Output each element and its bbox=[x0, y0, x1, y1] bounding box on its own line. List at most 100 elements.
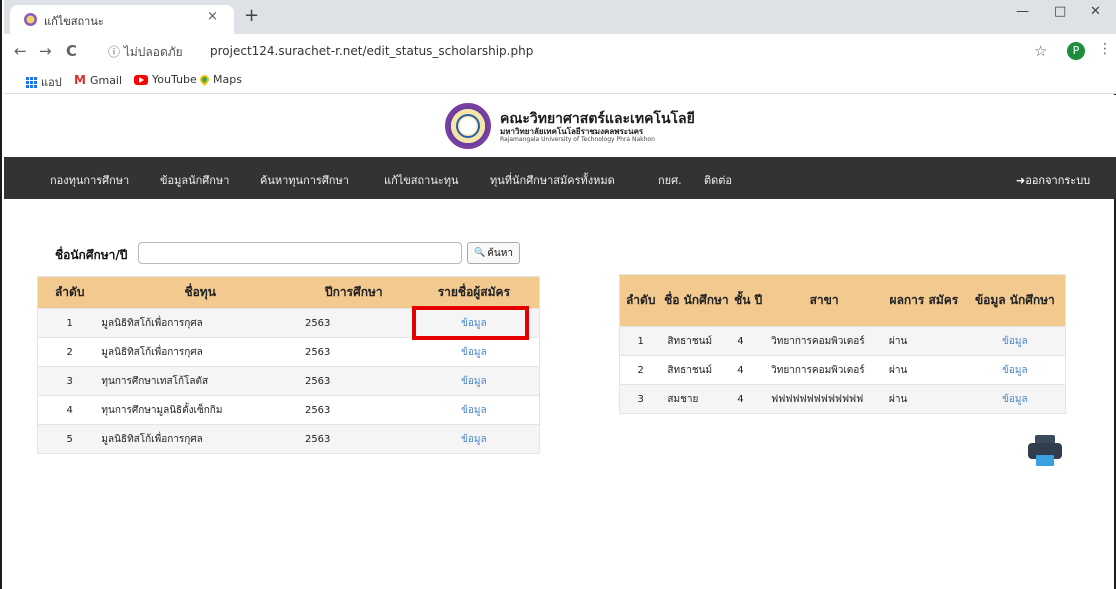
profile-avatar[interactable]: P bbox=[1067, 42, 1085, 60]
favicon-icon bbox=[24, 13, 37, 26]
tab-close-icon[interactable]: × bbox=[207, 9, 218, 24]
col-index: ลำดับ bbox=[619, 274, 662, 327]
atom-icon bbox=[456, 114, 480, 138]
bookmark-gmail[interactable]: M Gmail bbox=[74, 73, 122, 87]
col-index: ลำดับ bbox=[37, 276, 102, 309]
table-row: 4 ทุนการศึกษามูลนิธิตั้งเซ็กกิม 2563 ข้อ… bbox=[37, 395, 540, 425]
printer-icon[interactable] bbox=[1028, 435, 1062, 467]
bookmark-youtube-label: YouTube bbox=[152, 73, 197, 86]
printer-paper bbox=[1036, 455, 1054, 466]
nav-student-loan[interactable]: กยศ. bbox=[658, 171, 682, 189]
table-row: 2 มูลนิธิทิสโก้เพื่อการกุศล 2563 ข้อมูล bbox=[37, 337, 540, 367]
applicant-info-link[interactable]: ข้อมูล bbox=[408, 424, 540, 454]
youtube-icon bbox=[134, 74, 148, 85]
address-bar-row: ← → C ⓘ ไม่ปลอดภัย project124.surachet-r… bbox=[4, 34, 1116, 68]
back-icon[interactable]: ← bbox=[14, 42, 27, 60]
table-row: 3 สมชาย 4 ฟฟฟฟฟฟฟฟฟฟฟฟฟ ผ่าน ข้อมูล bbox=[619, 384, 1066, 414]
bookmark-youtube[interactable]: YouTube bbox=[134, 73, 197, 86]
student-info-link[interactable]: ข้อมูล bbox=[964, 326, 1066, 356]
col-student-data: ข้อมูล นักศึกษา bbox=[964, 274, 1066, 327]
cell-student-name: สิทธาชนม์ bbox=[661, 355, 732, 385]
site-header: คณะวิทยาศาสตร์และเทคโนโลยี มหาวิทยาลัยเท… bbox=[4, 95, 1116, 157]
nav-search-scholarship[interactable]: ค้นหาทุนการศึกษา bbox=[260, 171, 349, 189]
bookmark-apps-label: แอป bbox=[41, 76, 62, 89]
bookmark-maps-label: Maps bbox=[213, 73, 242, 86]
student-info-link[interactable]: ข้อมูล bbox=[964, 355, 1066, 385]
applicant-info-link[interactable]: ข้อมูล bbox=[408, 337, 540, 367]
cell-index: 1 bbox=[619, 326, 662, 356]
url-input[interactable]: ⓘ ไม่ปลอดภัย project124.surachet-r.net/e… bbox=[100, 40, 1014, 63]
applicant-info-link[interactable]: ข้อมูล bbox=[408, 395, 540, 425]
cell-year: 2563 bbox=[298, 308, 409, 338]
cell-scholarship-name: มูลนิธิทิสโก้เพื่อการกุศล bbox=[101, 308, 299, 338]
highlight-box bbox=[412, 306, 529, 340]
main-navbar: กองทุนการศึกษา ข้อมูลนักศึกษา ค้นหาทุนกา… bbox=[4, 157, 1116, 199]
maps-pin-icon bbox=[198, 73, 211, 86]
cell-result: ผ่าน bbox=[883, 355, 965, 385]
cell-major: ฟฟฟฟฟฟฟฟฟฟฟฟฟ bbox=[765, 384, 884, 414]
browser-window: แก้ไขสถานะ × + — □ ✕ ← → C ⓘ ไม่ปลอดภัย … bbox=[0, 0, 1116, 589]
new-tab-button[interactable]: + bbox=[244, 5, 259, 26]
cell-index: 4 bbox=[37, 395, 102, 425]
search-input[interactable] bbox=[138, 242, 462, 264]
cell-scholarship-name: มูลนิธิทิสโก้เพื่อการกุศล bbox=[101, 337, 299, 367]
nav-edit-status[interactable]: แก้ไขสถานะทุน bbox=[384, 171, 459, 189]
forward-icon[interactable]: → bbox=[39, 42, 52, 60]
tab-title: แก้ไขสถานะ bbox=[44, 15, 104, 28]
browser-tab[interactable]: แก้ไขสถานะ × bbox=[10, 5, 234, 34]
table-row: 3 ทุนการศึกษาเทสโก้โลตัส 2563 ข้อมูล bbox=[37, 366, 540, 396]
search-button[interactable]: 🔍 ค้นหา bbox=[467, 242, 520, 264]
reload-icon[interactable]: C bbox=[66, 42, 77, 60]
minimize-button[interactable]: — bbox=[1016, 4, 1029, 19]
university-name-en: Rajamangala University of Technology Phr… bbox=[500, 136, 655, 143]
logout-button[interactable]: ➜ออกจากระบบ bbox=[1016, 171, 1090, 189]
bookmark-gmail-label: Gmail bbox=[89, 73, 123, 87]
applicant-info-link[interactable]: ข้อมูล bbox=[408, 366, 540, 396]
cell-student-name: สิทธาชนม์ bbox=[661, 326, 732, 356]
cell-year: 2563 bbox=[298, 366, 409, 396]
cell-result: ผ่าน bbox=[883, 326, 965, 356]
search-button-label: ค้นหา bbox=[487, 247, 513, 259]
security-indicator[interactable]: ⓘ ไม่ปลอดภัย bbox=[108, 43, 183, 62]
col-academic-year: ปีการศึกษา bbox=[298, 276, 409, 309]
cell-index: 5 bbox=[37, 424, 102, 454]
cell-student-name: สมชาย bbox=[661, 384, 732, 414]
cell-index: 1 bbox=[37, 308, 102, 338]
student-info-link[interactable]: ข้อมูล bbox=[964, 384, 1066, 414]
nav-contact[interactable]: ติดต่อ bbox=[704, 171, 732, 189]
col-major: สาขา bbox=[765, 274, 884, 327]
nav-student-info[interactable]: ข้อมูลนักศึกษา bbox=[160, 171, 229, 189]
col-applicants: รายชื่อผู้สมัคร bbox=[408, 276, 540, 309]
cell-year: 2563 bbox=[298, 424, 409, 454]
nav-all-applications[interactable]: ทุนที่นักศึกษาสมัครทั้งหมด bbox=[490, 171, 615, 189]
url-text: project124.surachet-r.net/edit_status_sc… bbox=[210, 44, 534, 58]
nav-scholarship-fund[interactable]: กองทุนการศึกษา bbox=[50, 171, 129, 189]
restore-button[interactable]: □ bbox=[1054, 4, 1066, 19]
cell-year-level: 4 bbox=[731, 384, 766, 414]
bookmark-maps[interactable]: Maps bbox=[198, 73, 242, 86]
cell-major: วิทยาการคอมพิวเตอร์ bbox=[765, 326, 884, 356]
cell-index: 3 bbox=[619, 384, 662, 414]
close-window-button[interactable]: ✕ bbox=[1090, 4, 1101, 19]
cell-index: 3 bbox=[37, 366, 102, 396]
cell-year: 2563 bbox=[298, 395, 409, 425]
cell-year: 2563 bbox=[298, 337, 409, 367]
cell-major: วิทยาการคอมพิวเตอร์ bbox=[765, 355, 884, 385]
search-icon: 🔍 bbox=[474, 248, 486, 258]
cell-result: ผ่าน bbox=[883, 384, 965, 414]
apps-grid-icon bbox=[26, 76, 37, 88]
cell-index: 2 bbox=[619, 355, 662, 385]
table-row: 1 สิทธาชนม์ 4 วิทยาการคอมพิวเตอร์ ผ่าน ข… bbox=[619, 326, 1066, 356]
cell-index: 2 bbox=[37, 337, 102, 367]
col-student-name: ชื่อ นักศึกษา bbox=[661, 274, 732, 327]
cell-scholarship-name: ทุนการศึกษาเทสโก้โลตัส bbox=[101, 366, 299, 396]
menu-icon[interactable]: ⋮ bbox=[1098, 41, 1112, 57]
bookmark-star-icon[interactable]: ☆ bbox=[1034, 42, 1047, 60]
tab-bar: แก้ไขสถานะ × + — □ ✕ bbox=[4, 0, 1116, 34]
cell-year-level: 4 bbox=[731, 355, 766, 385]
gmail-icon: M bbox=[74, 73, 86, 87]
bookmark-apps[interactable]: แอป bbox=[26, 73, 62, 91]
table-row: 2 สิทธาชนม์ 4 วิทยาการคอมพิวเตอร์ ผ่าน ข… bbox=[619, 355, 1066, 385]
col-scholarship-name: ชื่อทุน bbox=[101, 276, 299, 309]
table-row: 5 มูลนิธิทิสโก้เพื่อการกุศล 2563 ข้อมูล bbox=[37, 424, 540, 454]
